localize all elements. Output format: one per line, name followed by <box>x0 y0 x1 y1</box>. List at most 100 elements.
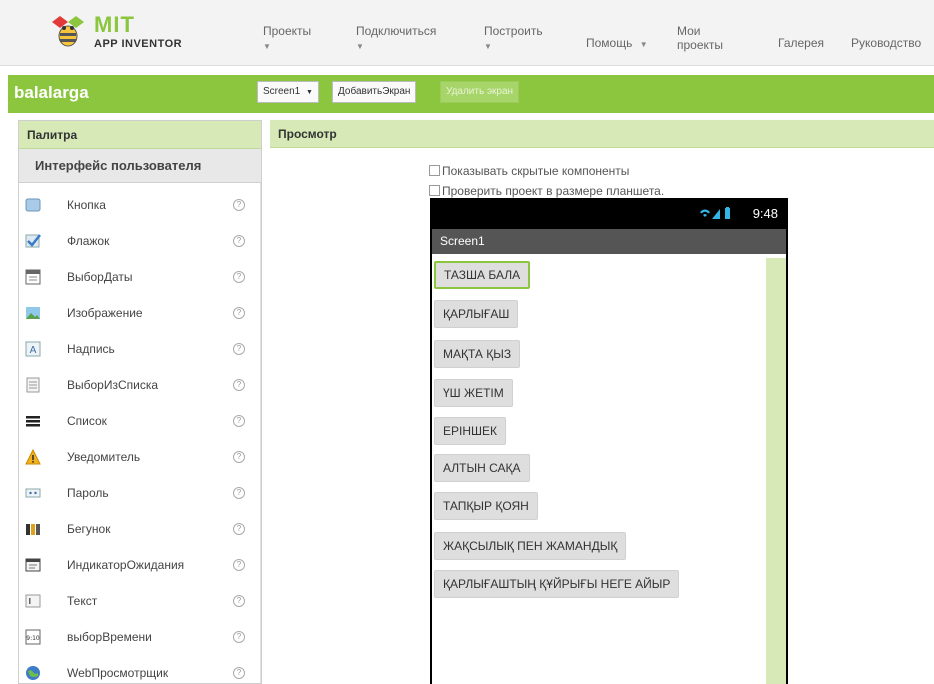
palette-item-label: WebПросмотрщик <box>67 666 169 680</box>
palette-item-notifier[interactable]: Уведомитель ? <box>19 439 261 475</box>
palette-item-slider[interactable]: Бегунок ? <box>19 511 261 547</box>
help-icon[interactable]: ? <box>233 415 245 427</box>
palette-item-label: Кнопка <box>67 198 106 212</box>
help-icon[interactable]: ? <box>233 271 245 283</box>
spinner-icon <box>25 558 41 572</box>
help-icon[interactable]: ? <box>233 559 245 571</box>
help-icon[interactable]: ? <box>233 235 245 247</box>
phone-screen-body: ТАЗША БАЛА ҚАРЛЫҒАШ МАҚТА ҚЫЗ ҮШ ЖЕТІМ Е… <box>432 254 786 684</box>
phone-button-9[interactable]: ҚАРЛЫҒАШТЫҢ ҚҰЙРЫҒЫ НЕГЕ АЙЫР <box>434 570 680 598</box>
help-icon[interactable]: ? <box>233 307 245 319</box>
help-icon[interactable]: ? <box>233 379 245 391</box>
nav-projects[interactable]: Проекты ▼ <box>263 24 311 54</box>
status-time: 9:48 <box>752 206 778 221</box>
palette-item-label: Текст <box>67 594 98 608</box>
logo-subtitle: APP INVENTOR <box>94 38 183 50</box>
tablet-preview-checkbox[interactable] <box>429 185 440 196</box>
nav-guide[interactable]: Руководство <box>851 36 921 50</box>
show-hidden-label: Показывать скрытые компоненты <box>442 164 630 178</box>
password-icon <box>25 488 41 498</box>
nav-guide-label: Руководство <box>851 36 922 50</box>
nav-help[interactable]: Помощь ▼ <box>586 36 648 52</box>
signal-battery-icon <box>700 207 730 219</box>
app-logo[interactable]: MIT APP INVENTOR <box>48 12 188 56</box>
svg-text:9:10: 9:10 <box>26 635 40 642</box>
image-icon <box>26 307 40 319</box>
help-icon[interactable]: ? <box>233 523 245 535</box>
palette-section-header[interactable]: Интерфейс пользователя <box>19 149 261 183</box>
chevron-down-icon: ▼ <box>263 42 271 51</box>
chevron-down-icon: ▼ <box>639 40 648 49</box>
palette-item-label: ИндикаторОжидания <box>67 558 185 572</box>
nav-build-label: Построить <box>484 24 543 38</box>
palette-item-label: Список <box>67 414 107 428</box>
palette-item-spinner[interactable]: ИндикаторОжидания ? <box>19 547 261 583</box>
show-hidden-checkbox[interactable] <box>429 165 440 176</box>
nav-gallery[interactable]: Галерея <box>778 36 824 50</box>
palette-item-label: выборВремени <box>67 630 152 644</box>
nav-connect-label: Подключиться <box>356 24 437 38</box>
phone-scrollbar[interactable] <box>766 258 786 684</box>
textbox-icon <box>25 594 41 608</box>
nav-build[interactable]: Построить ▼ <box>484 24 543 54</box>
tablet-preview-option[interactable]: Проверить проект в размере планшета. <box>429 184 664 198</box>
listpicker-icon <box>26 377 40 393</box>
logo-title: MIT <box>94 12 135 37</box>
viewer-title: Просмотр <box>270 120 934 148</box>
palette-item-button[interactable]: Кнопка ? <box>19 187 261 223</box>
palette-item-label-component[interactable]: A Надпись ? <box>19 331 261 367</box>
phone-button-8[interactable]: ЖАҚСЫЛЫҚ ПЕН ЖАМАНДЫҚ <box>434 532 627 560</box>
palette-title: Палитра <box>19 121 261 149</box>
add-screen-button[interactable]: ДобавитьЭкран <box>332 81 417 103</box>
bee-logo-icon <box>52 16 84 47</box>
notifier-icon <box>25 449 41 465</box>
phone-button-2[interactable]: ҚАРЛЫҒАШ <box>434 300 519 328</box>
help-icon[interactable]: ? <box>233 487 245 499</box>
palette-item-textbox[interactable]: Текст ? <box>19 583 261 619</box>
phone-button-6[interactable]: АЛТЫН САҚА <box>434 454 530 482</box>
palette-item-label: ВыборИзСписка <box>67 378 159 392</box>
help-icon[interactable]: ? <box>233 451 245 463</box>
phone-preview: 9:48 Screen1 ТАЗША БАЛА ҚАРЛЫҒАШ МАҚТА Қ… <box>430 198 788 684</box>
screen-select-dropdown[interactable]: Screen1 ▼ <box>257 81 319 103</box>
palette-item-timepicker[interactable]: 9:10 выборВремени ? <box>19 619 261 655</box>
button-icon <box>25 198 41 212</box>
palette-item-label: Уведомитель <box>67 450 141 464</box>
help-icon[interactable]: ? <box>233 343 245 355</box>
palette-item-webviewer[interactable]: WebПросмотрщик ? <box>19 655 261 684</box>
nav-gallery-label: Галерея <box>778 36 825 50</box>
nav-my-projects-label: Мои проекты <box>677 24 724 52</box>
screen-select-value: Screen1 <box>263 86 301 97</box>
phone-status-bar: 9:48 <box>432 198 786 229</box>
palette-item-label: Флажок <box>67 234 110 248</box>
palette-item-image[interactable]: Изображение ? <box>19 295 261 331</box>
phone-button-1[interactable]: ТАЗША БАЛА <box>434 261 531 289</box>
help-icon[interactable]: ? <box>233 199 245 211</box>
palette-item-label: ВыборДаты <box>67 270 133 284</box>
nav-connect[interactable]: Подключиться ▼ <box>356 24 436 54</box>
palette-item-datepicker[interactable]: ВыборДаты ? <box>19 259 261 295</box>
palette-item-password[interactable]: Пароль ? <box>19 475 261 511</box>
phone-button-4[interactable]: ҮШ ЖЕТІМ <box>434 379 513 407</box>
svg-text:A: A <box>30 345 37 356</box>
remove-screen-button[interactable]: Удалить экран <box>440 81 520 103</box>
palette-item-label: Надпись <box>67 342 115 356</box>
palette-item-listpicker[interactable]: ВыборИзСписка ? <box>19 367 261 403</box>
help-icon[interactable]: ? <box>233 595 245 607</box>
nav-my-projects[interactable]: Мои проекты <box>677 24 737 52</box>
phone-button-5[interactable]: ЕРІНШЕК <box>434 417 506 445</box>
label-icon: A <box>25 341 41 357</box>
show-hidden-option[interactable]: Показывать скрытые компоненты <box>429 164 629 178</box>
palette-item-listview[interactable]: Список ? <box>19 403 261 439</box>
palette-item-label: Изображение <box>67 306 143 320</box>
help-icon[interactable]: ? <box>233 667 245 679</box>
phone-button-7[interactable]: ТАПҚЫР ҚОЯН <box>434 492 538 520</box>
webviewer-icon <box>26 666 40 680</box>
listview-icon <box>26 416 40 427</box>
phone-button-3[interactable]: МАҚТА ҚЫЗ <box>434 340 521 368</box>
checkbox-icon <box>25 234 41 248</box>
top-nav-bar: MIT APP INVENTOR Проекты ▼ Подключиться … <box>0 0 934 66</box>
help-icon[interactable]: ? <box>233 631 245 643</box>
palette-item-label: Бегунок <box>67 522 111 536</box>
palette-item-checkbox[interactable]: Флажок ? <box>19 223 261 259</box>
